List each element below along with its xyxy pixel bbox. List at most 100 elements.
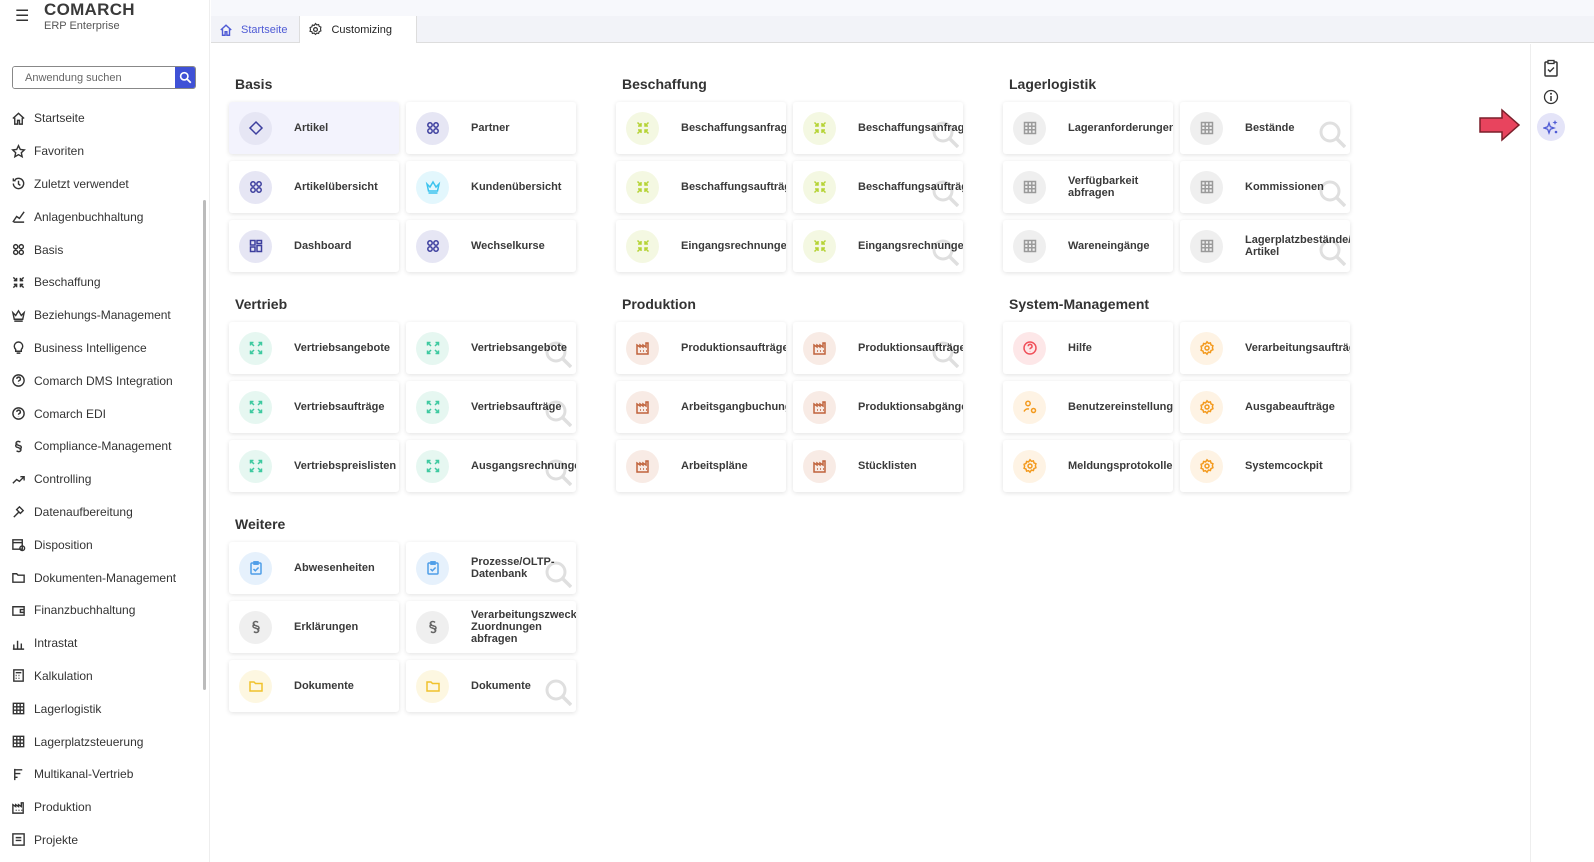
section-title: Beschaffung xyxy=(622,76,707,92)
bars-icon xyxy=(11,636,34,651)
app-tile[interactable]: Erklärungen xyxy=(229,601,399,653)
sidebar-item-datenaufbereitung[interactable]: Datenaufbereitung xyxy=(0,496,200,529)
app-tile[interactable]: Systemcockpit xyxy=(1180,440,1350,492)
sidebar-item-disposition[interactable]: Disposition xyxy=(0,528,200,561)
app-tile[interactable]: Lageranforderungen xyxy=(1003,102,1173,154)
app-tile[interactable]: Artikel xyxy=(229,102,399,154)
app-tile[interactable]: Vertriebsangebote xyxy=(229,322,399,374)
info-icon[interactable] xyxy=(1540,86,1562,108)
app-tile[interactable]: Vertriebsaufträge xyxy=(229,381,399,433)
app-tile[interactable]: Beschaffungsaufträge xyxy=(793,161,963,213)
app-tile[interactable]: Produktionsaufträge xyxy=(793,322,963,374)
app-tile[interactable]: Beschaffungsanfragen xyxy=(616,102,786,154)
sidebar-item-anlagenbuchhaltung[interactable]: Anlagenbuchhaltung xyxy=(0,200,200,233)
sidebar-item-comarch-edi[interactable]: Comarch EDI xyxy=(0,397,200,430)
tile-label: Wechselkurse xyxy=(471,240,545,252)
sidebar-item-favoriten[interactable]: Favoriten xyxy=(0,135,200,168)
sidebar-item-projekte[interactable]: Projekte xyxy=(0,824,200,857)
app-tile[interactable]: Verarbeitungszweck-Zuordnungen abfragen xyxy=(406,601,576,653)
app-tile[interactable]: Hilfe xyxy=(1003,322,1173,374)
app-tile[interactable]: Lagerplatzbestände/ Artikel xyxy=(1180,220,1350,272)
clipboard-check-icon[interactable] xyxy=(1540,57,1562,79)
tile-label: Systemcockpit xyxy=(1245,460,1323,472)
gear-icon xyxy=(309,22,323,36)
sidebar-item-basis[interactable]: Basis xyxy=(0,233,200,266)
app-tile[interactable]: Arbeitsgangbuchungen xyxy=(616,381,786,433)
app-tile[interactable]: Beschaffungsanfragen xyxy=(793,102,963,154)
grid4-icon xyxy=(416,229,449,263)
app-tile[interactable]: Produktionsabgänge xyxy=(793,381,963,433)
sidebar-item-comarch-dms-integration[interactable]: Comarch DMS Integration xyxy=(0,364,200,397)
sidebar-item-produktion[interactable]: Produktion xyxy=(0,791,200,824)
trend-icon xyxy=(11,472,34,487)
sidebar-item-compliance-management[interactable]: Compliance-Management xyxy=(0,430,200,463)
section-title: Produktion xyxy=(622,296,696,312)
app-tile[interactable]: Verfügbarkeit abfragen xyxy=(1003,161,1173,213)
app-tile[interactable]: Vertriebsaufträge xyxy=(406,381,576,433)
expand-icon xyxy=(239,449,272,483)
sidebar-item-beziehungs-management[interactable]: Beziehungs-Management xyxy=(0,299,200,332)
app-tile[interactable]: Dashboard xyxy=(229,220,399,272)
app-tile[interactable]: Benutzereinstellungen xyxy=(1003,381,1173,433)
arrows-icon xyxy=(803,170,836,204)
sidebar-item-intrastat[interactable]: Intrastat xyxy=(0,627,200,660)
search-input[interactable] xyxy=(13,67,175,88)
app-tile[interactable]: Eingangsrechnungen xyxy=(616,220,786,272)
sidebar-item-business-intelligence[interactable]: Business Intelligence xyxy=(0,332,200,365)
app-tile[interactable]: Vertriebsangebote xyxy=(406,322,576,374)
search-icon xyxy=(545,341,572,368)
app-tile[interactable]: Kundenübersicht xyxy=(406,161,576,213)
app-tile[interactable]: Vertriebspreislisten xyxy=(229,440,399,492)
app-tile[interactable]: Wechselkurse xyxy=(406,220,576,272)
sidebar-item-finanzbuchhaltung[interactable]: Finanzbuchhaltung xyxy=(0,594,200,627)
app-tile[interactable]: Prozesse/OLTP-Datenbank xyxy=(406,542,576,594)
search-icon xyxy=(932,180,959,207)
search-button[interactable] xyxy=(175,67,195,88)
help-icon xyxy=(1013,331,1046,365)
arrows-icon xyxy=(626,229,659,263)
app-tile[interactable]: Kommissionen xyxy=(1180,161,1350,213)
arrows-icon xyxy=(626,111,659,145)
ai-assistant-icon[interactable] xyxy=(1537,113,1565,141)
app-tile[interactable]: Artikelübersicht xyxy=(229,161,399,213)
sidebar-item-multikanal-vertrieb[interactable]: Multikanal-Vertrieb xyxy=(0,758,200,791)
sidebar-item-label: Dokumenten-Management xyxy=(34,570,177,585)
sidebar-item-lagerlogistik[interactable]: Lagerlogistik xyxy=(0,692,200,725)
app-tile[interactable]: Arbeitspläne xyxy=(616,440,786,492)
app-tile[interactable]: Produktionsaufträge xyxy=(616,322,786,374)
app-tile[interactable]: Ausgabeaufträge xyxy=(1180,381,1350,433)
app-tile[interactable]: Abwesenheiten xyxy=(229,542,399,594)
menu-icon[interactable]: ☰ xyxy=(15,6,29,26)
fin-icon xyxy=(11,603,34,618)
sidebar-item-kalkulation[interactable]: Kalkulation xyxy=(0,660,200,693)
app-tile[interactable]: Wareneingänge xyxy=(1003,220,1173,272)
sidebar-item-controlling[interactable]: Controlling xyxy=(0,463,200,496)
sidebar-item-lagerplatzsteuerung[interactable]: Lagerplatzsteuerung xyxy=(0,725,200,758)
app-tile[interactable]: Eingangsrechnungen xyxy=(793,220,963,272)
app-tile[interactable]: Meldungsprotokolle xyxy=(1003,440,1173,492)
sidebar-item-zuletzt-verwendet[interactable]: Zuletzt verwendet xyxy=(0,168,200,201)
sidebar-item-startseite[interactable]: Startseite xyxy=(0,102,200,135)
app-tile[interactable]: Bestände xyxy=(1180,102,1350,154)
app-tile[interactable]: Dokumente xyxy=(406,660,576,712)
table-icon xyxy=(11,701,34,716)
app-tile[interactable]: Stücklisten xyxy=(793,440,963,492)
app-tile[interactable]: Verarbeitungsaufträge xyxy=(1180,322,1350,374)
sidebar-scrollbar[interactable] xyxy=(203,200,206,690)
app-tile[interactable]: Partner xyxy=(406,102,576,154)
app-tile[interactable]: Dokumente xyxy=(229,660,399,712)
sidebar-item-beschaffung[interactable]: Beschaffung xyxy=(0,266,200,299)
tab-customizing[interactable]: Customizing xyxy=(299,16,417,43)
help-icon xyxy=(11,406,34,421)
tile-label: Verarbeitungszweck-Zuordnungen abfragen xyxy=(471,609,576,645)
tile-label: Beschaffungsanfragen xyxy=(681,122,786,134)
sidebar-item-dokumenten-management[interactable]: Dokumenten-Management xyxy=(0,561,200,594)
arrows-icon xyxy=(803,111,836,145)
app-tile[interactable]: Ausgangsrechnungen xyxy=(406,440,576,492)
tab-startseite[interactable]: Startseite xyxy=(211,16,299,43)
factory-icon xyxy=(626,449,659,483)
table-icon xyxy=(11,734,34,749)
tile-label: Stücklisten xyxy=(858,460,917,472)
tile-label: Dokumente xyxy=(471,680,531,692)
app-tile[interactable]: Beschaffungsaufträge xyxy=(616,161,786,213)
